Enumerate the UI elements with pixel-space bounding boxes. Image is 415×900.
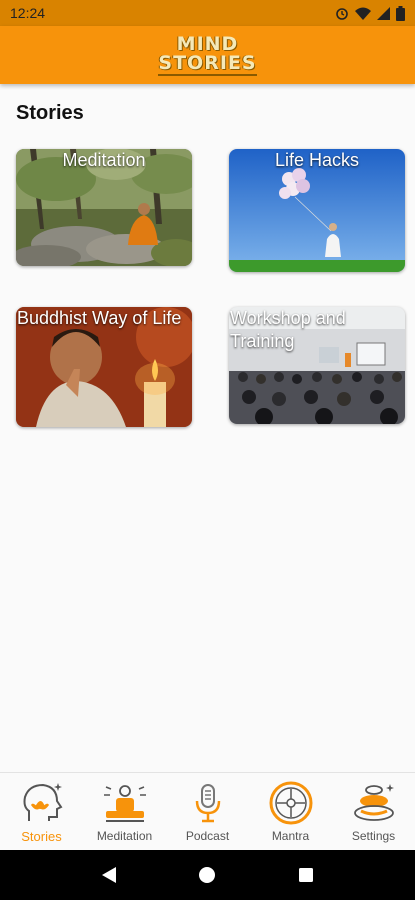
bottom-navigation: Stories Meditation Podcast Mantra Settin… (0, 772, 415, 850)
home-icon[interactable] (198, 866, 216, 884)
logo-line-1: MIND (176, 32, 239, 55)
wifi-icon (355, 7, 371, 20)
nav-label-stories: Stories (21, 829, 62, 844)
battery-icon (396, 5, 405, 21)
status-time: 12:24 (10, 5, 46, 21)
nav-item-stories[interactable]: Stories (0, 773, 83, 850)
alarm-icon (336, 8, 348, 20)
logo-line-2: STORIES (158, 51, 257, 76)
card-title: Meditation (62, 150, 146, 170)
nav-label-mantra: Mantra (271, 829, 310, 843)
microphone-icon (195, 784, 220, 823)
story-card-meditation[interactable]: Meditation (16, 149, 192, 266)
story-card-workshop-and-training[interactable]: Workshop and Training (229, 307, 405, 424)
nav-label-settings: Settings (351, 829, 396, 843)
nav-item-mantra[interactable]: Mantra (249, 773, 332, 850)
card-title: Buddhist Way of Life (17, 308, 182, 328)
nav-item-settings[interactable]: Settings (332, 773, 415, 850)
story-card-buddhist-way-of-life[interactable]: Buddhist Way of Life (16, 307, 192, 427)
nav-item-podcast[interactable]: Podcast (166, 773, 249, 850)
page-title: Stories (16, 102, 84, 124)
status-icons (335, 5, 405, 21)
recents-icon[interactable] (297, 866, 315, 884)
meditating-figure-icon (103, 785, 146, 822)
stacked-stones-icon (353, 784, 394, 821)
signal-icon (377, 6, 390, 20)
app-bar: MIND STORIES (0, 26, 415, 84)
card-title: Life Hacks (274, 150, 360, 170)
nav-item-meditation[interactable]: Meditation (83, 773, 166, 850)
nav-label-podcast: Podcast (185, 829, 230, 843)
head-lotus-icon (23, 783, 62, 821)
card-title: Workshop and Training (230, 308, 346, 351)
story-card-life-hacks[interactable]: Life Hacks (229, 149, 405, 272)
app-logo: MIND STORIES (158, 32, 257, 76)
back-icon[interactable] (100, 866, 118, 884)
mantra-wheel-icon (269, 781, 312, 825)
system-navigation-bar (0, 850, 415, 900)
nav-label-meditation: Meditation (96, 829, 153, 843)
status-bar: 12:24 (0, 0, 415, 26)
